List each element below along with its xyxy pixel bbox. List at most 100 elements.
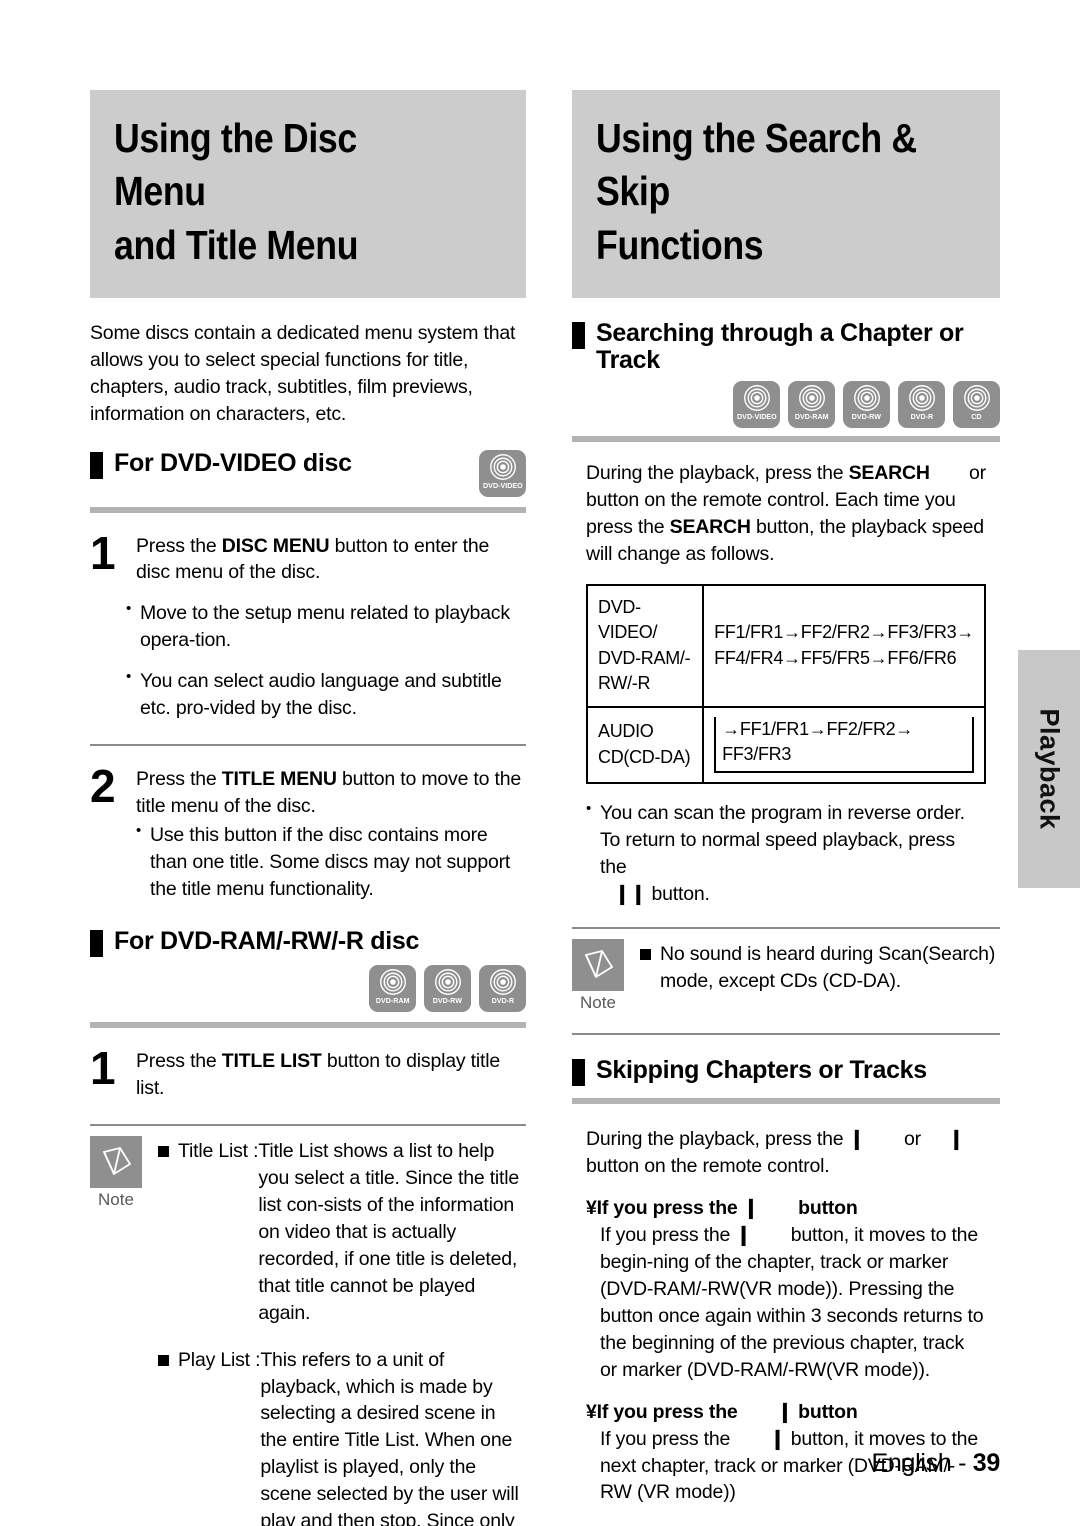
section-title: Skipping Chapters or Tracks	[596, 1056, 927, 1085]
bullet-line-2: To return to normal speed playback, pres…	[600, 828, 955, 878]
disc-badge-label: DVD-RW	[851, 411, 882, 421]
section-head-skipping-chapters: Skipping Chapters or Tracks	[572, 1056, 1000, 1087]
section-title: Searching through a Chapter or Track	[596, 318, 964, 375]
right-banner: Using the Search & Skip Functions	[572, 90, 1000, 298]
disc-badge-icon: DVD-VIDEO	[733, 380, 780, 428]
section-rule	[90, 506, 526, 513]
section-bullet-icon	[90, 451, 103, 479]
section-rule	[572, 1098, 1000, 1105]
note-box-scan: Note No sound is heard during Scan(Searc…	[572, 927, 1000, 1036]
search-p1: During the playback, press the	[586, 461, 849, 484]
disc-icon	[379, 969, 406, 996]
disc-badge-icon: DVD-R	[479, 965, 526, 1013]
section-title: For DVD-RAM/-RW/-R disc	[114, 927, 420, 956]
step-divider	[90, 743, 526, 746]
sub1-before: If you press the	[600, 1224, 736, 1247]
section-head-dvd-video: For DVD-VIDEO disc DVD-VIDEO	[90, 448, 526, 497]
table-row: DVD-VIDEO/ DVD-RAM/-RW/-R FF1/FR1→FF2/FR…	[585, 583, 986, 708]
next-skip-button-icon: ❙	[776, 1400, 793, 1423]
footer-language: English	[871, 1449, 952, 1477]
section-head-searching: Searching through a Chapter or Track	[572, 318, 1000, 375]
section-bullet-icon	[572, 1059, 585, 1087]
next-skip-button-icon: ❙	[948, 1128, 965, 1151]
note-square-icon	[158, 1354, 169, 1366]
section-head-dvd-ram: For DVD-RAM/-RW/-R disc	[90, 927, 526, 958]
disc-badge-icon: CD	[953, 380, 1000, 428]
next-skip-button-icon: ❙	[769, 1427, 786, 1450]
note-square-icon	[158, 1146, 169, 1158]
step-text: Press the TITLE MENU button to move to t…	[136, 766, 526, 903]
skipping-intro-paragraph: During the playback, press the ❙ or ❙ bu…	[586, 1126, 986, 1180]
prev-skip-button-icon: ❙	[848, 1128, 865, 1151]
disc-icon	[743, 384, 770, 411]
disc-badge-label: DVD-RAM	[794, 411, 829, 421]
table-cell-sequence: →FF1/FR1→FF2/FR2→ FF3/FR3	[702, 705, 986, 784]
disc-icon	[798, 384, 825, 411]
subhead-before: If you press the	[596, 1400, 743, 1423]
table-cell-sequence: FF1/FR1→FF2/FR2→FF3/FR3→ FF4/FR4→FF5/FR5…	[702, 583, 986, 708]
step-text: Press the DISC MENU button to enter the …	[136, 533, 526, 587]
prev-skip-button-icon: ❙	[735, 1224, 752, 1247]
step-1-title-list: 1 Press the TITLE LIST button to display…	[90, 1046, 526, 1102]
page-footer: English - 39	[871, 1449, 1001, 1478]
step-1-bullets: Move to the setup menu related to playba…	[90, 599, 526, 722]
sub1-body: If you press the ❙ button, it moves to t…	[586, 1222, 986, 1383]
disc-icon	[963, 384, 990, 411]
search-p2: or	[963, 461, 986, 484]
section-rule	[90, 1022, 526, 1029]
bullet-item: You can scan the program in reverse orde…	[586, 799, 986, 908]
prev-skip-button-icon: ❙	[742, 1197, 759, 1220]
table-row: AUDIO CD(CD-DA) →FF1/FR1→FF2/FR2→ FF3/FR…	[585, 705, 986, 784]
subhead-after: button	[792, 1197, 858, 1220]
step-bold-button: DISC MENU	[221, 534, 330, 557]
table-cell-disc-type: DVD-VIDEO/ DVD-RAM/-RW/-R	[585, 583, 705, 708]
badge-group-dvd-video: DVD-VIDEO	[479, 449, 526, 497]
step-2-dvd-video: 2 Press the TITLE MENU button to move to…	[90, 763, 526, 903]
section-rule	[572, 435, 1000, 442]
step-2-bullets: Use this button if the disc contains mor…	[136, 821, 526, 903]
subhead-mark: ¥	[586, 1197, 597, 1220]
bullet-item: Use this button if the disc contains mor…	[136, 821, 526, 903]
bullet-item: Move to the setup menu related to playba…	[126, 599, 526, 654]
search-paragraph: During the playback, press the SEARCH or…	[586, 460, 986, 568]
note-term: Title List :	[178, 1140, 259, 1163]
bullet-line-3-rest: button.	[646, 882, 710, 905]
disc-badge-label: DVD-VIDEO	[482, 480, 523, 490]
left-intro-paragraph: Some discs contain a dedicated menu syst…	[90, 321, 516, 425]
note-bottom-rule	[572, 1033, 1000, 1036]
disc-icon	[489, 453, 516, 480]
subheading-next-button: ¥If you press the ❙ button	[586, 1400, 986, 1424]
section-bullet-icon	[90, 930, 103, 958]
disc-badge-label: DVD-R	[910, 411, 933, 421]
note-term: Play List :	[178, 1348, 261, 1371]
search-bold-1: SEARCH	[848, 461, 930, 484]
side-tab-label: Playback	[1034, 708, 1065, 830]
sequence-loop-bracket: →FF1/FR1→FF2/FR2→ FF3/FR3	[714, 716, 974, 773]
step-text-before: Press the	[136, 767, 222, 790]
pencil-glyph	[102, 1147, 132, 1176]
disc-badge-icon: DVD-RW	[843, 380, 890, 428]
left-banner: Using the Disc Menu and Title Menu	[90, 90, 526, 298]
pencil-icon	[572, 939, 624, 992]
disc-icon	[853, 384, 880, 411]
footer-separator: -	[951, 1449, 973, 1477]
disc-badge-icon: DVD-RAM	[788, 380, 835, 428]
left-column: Using the Disc Menu and Title Menu Some …	[90, 90, 526, 1526]
note-label: Note	[580, 993, 616, 1013]
step-number: 1	[90, 526, 116, 579]
disc-icon	[489, 969, 516, 996]
right-banner-title: Using the Search & Skip Functions	[596, 115, 917, 268]
section-bullet-icon	[572, 321, 585, 349]
skip-p1: During the playback, press the	[586, 1128, 849, 1151]
section-title: For DVD-VIDEO disc	[114, 448, 352, 477]
playback-speed-table: DVD-VIDEO/ DVD-RAM/-RW/-R FF1/FR1→FF2/FR…	[585, 583, 986, 784]
disc-icon	[908, 384, 935, 411]
step-bold-button: TITLE MENU	[221, 767, 337, 790]
subheading-prev-button: ¥If you press the ❙ button	[586, 1196, 986, 1220]
note-label: Note	[98, 1190, 134, 1210]
note-box-title-list: Note Title List : Title List shows a lis…	[90, 1124, 526, 1526]
manual-page: Playback Using the Disc Menu and Title M…	[0, 0, 1080, 1526]
step-text-before: Press the	[136, 534, 222, 557]
disc-badge-label: DVD-RW	[432, 996, 463, 1006]
subhead-before: If you press the	[596, 1197, 743, 1220]
